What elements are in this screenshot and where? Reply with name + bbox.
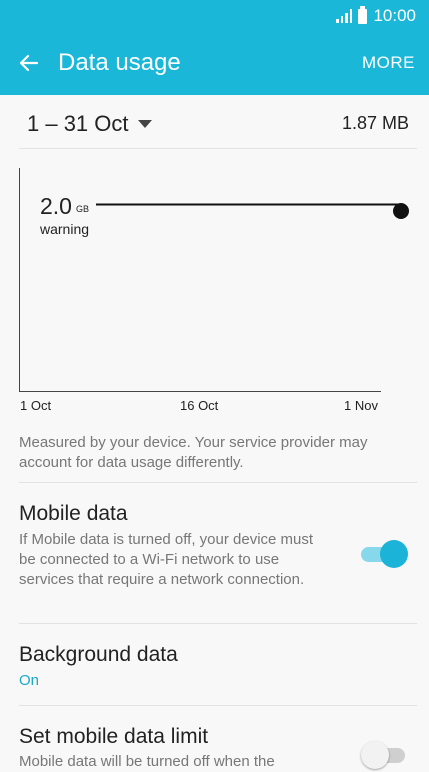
- dropdown-caret-icon: [138, 120, 152, 128]
- page-title: Data usage: [58, 49, 181, 76]
- signal-icon: [336, 9, 353, 23]
- toggle-thumb: [380, 540, 408, 568]
- mobile-data-title: Mobile data: [19, 502, 128, 525]
- divider: [19, 482, 417, 483]
- data-limit-toggle[interactable]: [361, 740, 409, 770]
- x-tick-label: 1 Nov: [344, 398, 378, 413]
- divider: [19, 705, 417, 706]
- status-bar: 10:00: [0, 0, 429, 32]
- background-data-value: On: [19, 672, 40, 689]
- measurement-note: Measured by your device. Your service pr…: [19, 434, 368, 471]
- x-tick-label: 1 Oct: [20, 398, 52, 413]
- mobile-data-description: If Mobile data is turned off, your devic…: [19, 531, 314, 588]
- background-data-title: Background data: [19, 643, 178, 666]
- divider: [19, 148, 417, 149]
- back-arrow-icon[interactable]: [17, 51, 41, 75]
- status-time: 10:00: [373, 6, 416, 25]
- usage-total: 1.87 MB: [341, 113, 409, 133]
- x-tick-label: 16 Oct: [180, 398, 219, 413]
- data-limit-title: Set mobile data limit: [19, 725, 209, 748]
- warning-value: 2.0: [40, 193, 72, 219]
- usage-chart-svg: [19, 168, 409, 392]
- cycle-selector[interactable]: 1 – 31 Oct 1.87 MB: [0, 95, 429, 148]
- status-icons: 10:00: [336, 5, 416, 26]
- more-button[interactable]: MORE: [362, 53, 415, 73]
- app-bar: Data usage MORE: [0, 32, 429, 95]
- warning-label: warning: [40, 221, 90, 237]
- data-limit-description: Mobile data will be turned off when the: [19, 753, 275, 770]
- toggle-thumb: [361, 741, 389, 769]
- divider: [19, 623, 417, 624]
- warning-handle[interactable]: [393, 203, 409, 219]
- warning-unit: GB: [76, 204, 90, 214]
- battery-icon: [358, 5, 368, 24]
- mobile-data-toggle[interactable]: [361, 539, 409, 569]
- usage-chart: [0, 150, 429, 420]
- cycle-range-label: 1 – 31 Oct: [27, 111, 129, 136]
